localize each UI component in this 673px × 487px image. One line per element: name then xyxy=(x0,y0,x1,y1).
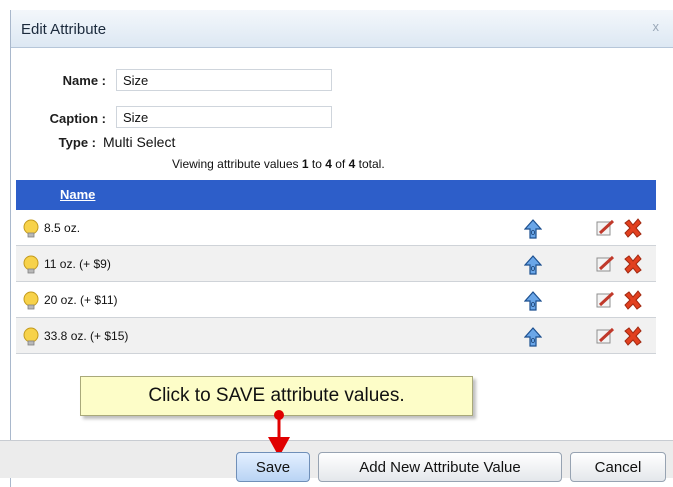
delete-x-icon[interactable] xyxy=(622,217,644,239)
move-up-arrow-icon[interactable]: 0 xyxy=(524,291,542,311)
viewing-summary: Viewing attribute values 1 to 4 of 4 tot… xyxy=(172,157,385,171)
grid-header: Name xyxy=(16,180,656,210)
viewing-to: 4 xyxy=(325,157,332,171)
svg-text:0: 0 xyxy=(531,301,535,309)
save-button[interactable]: Save xyxy=(236,452,310,482)
svg-text:0: 0 xyxy=(531,337,535,345)
edit-pencil-icon[interactable] xyxy=(596,291,616,309)
caption-input[interactable] xyxy=(116,106,332,128)
move-up-arrow-icon[interactable]: 0 xyxy=(524,327,542,347)
delete-x-icon[interactable] xyxy=(622,253,644,275)
table-row: 8.5 oz. 0 xyxy=(16,210,656,246)
lightbulb-icon xyxy=(23,219,39,238)
row-label: 20 oz. (+ $11) xyxy=(44,293,118,307)
edit-pencil-icon[interactable] xyxy=(596,255,616,273)
delete-x-icon[interactable] xyxy=(622,289,644,311)
viewing-to-word: to xyxy=(308,157,326,171)
row-label: 33.8 oz. (+ $15) xyxy=(44,329,129,343)
add-new-attribute-value-button[interactable]: Add New Attribute Value xyxy=(318,452,562,482)
type-label: Type : xyxy=(58,135,96,150)
viewing-suffix: total. xyxy=(355,157,385,171)
table-row: 33.8 oz. (+ $15) 0 xyxy=(16,318,656,354)
lightbulb-icon xyxy=(23,291,39,310)
delete-x-icon[interactable] xyxy=(622,325,644,347)
type-value: Multi Select xyxy=(103,134,176,150)
name-label: Name : xyxy=(62,73,106,88)
svg-text:0: 0 xyxy=(531,265,535,273)
name-input[interactable] xyxy=(116,69,332,91)
row-label: 11 oz. (+ $9) xyxy=(44,257,111,271)
edit-pencil-icon[interactable] xyxy=(596,327,616,345)
name-column-sort-link[interactable]: Name xyxy=(60,187,95,202)
move-up-arrow-icon[interactable]: 0 xyxy=(524,219,542,239)
dialog-title: Edit Attribute xyxy=(21,21,107,38)
close-icon[interactable]: x xyxy=(653,19,660,34)
row-label: 8.5 oz. xyxy=(44,221,81,235)
viewing-of-word: of xyxy=(331,157,349,171)
caption-label: Caption : xyxy=(49,111,106,126)
dialog-titlebar: Edit Attribute x xyxy=(11,10,673,48)
viewing-from: 1 xyxy=(301,157,309,171)
move-up-arrow-icon[interactable]: 0 xyxy=(524,255,542,275)
edit-pencil-icon[interactable] xyxy=(596,219,616,237)
lightbulb-icon xyxy=(23,255,39,274)
viewing-prefix: Viewing attribute values xyxy=(172,157,302,171)
table-row: 20 oz. (+ $11) 0 xyxy=(16,282,656,318)
attribute-values-grid: Name 8.5 oz. 0 11 oz. (+ $9) 0 20 oz. (+… xyxy=(16,180,656,354)
svg-text:0: 0 xyxy=(531,229,535,237)
table-row: 11 oz. (+ $9) 0 xyxy=(16,246,656,282)
lightbulb-icon xyxy=(23,327,39,346)
cancel-button[interactable]: Cancel xyxy=(570,452,666,482)
